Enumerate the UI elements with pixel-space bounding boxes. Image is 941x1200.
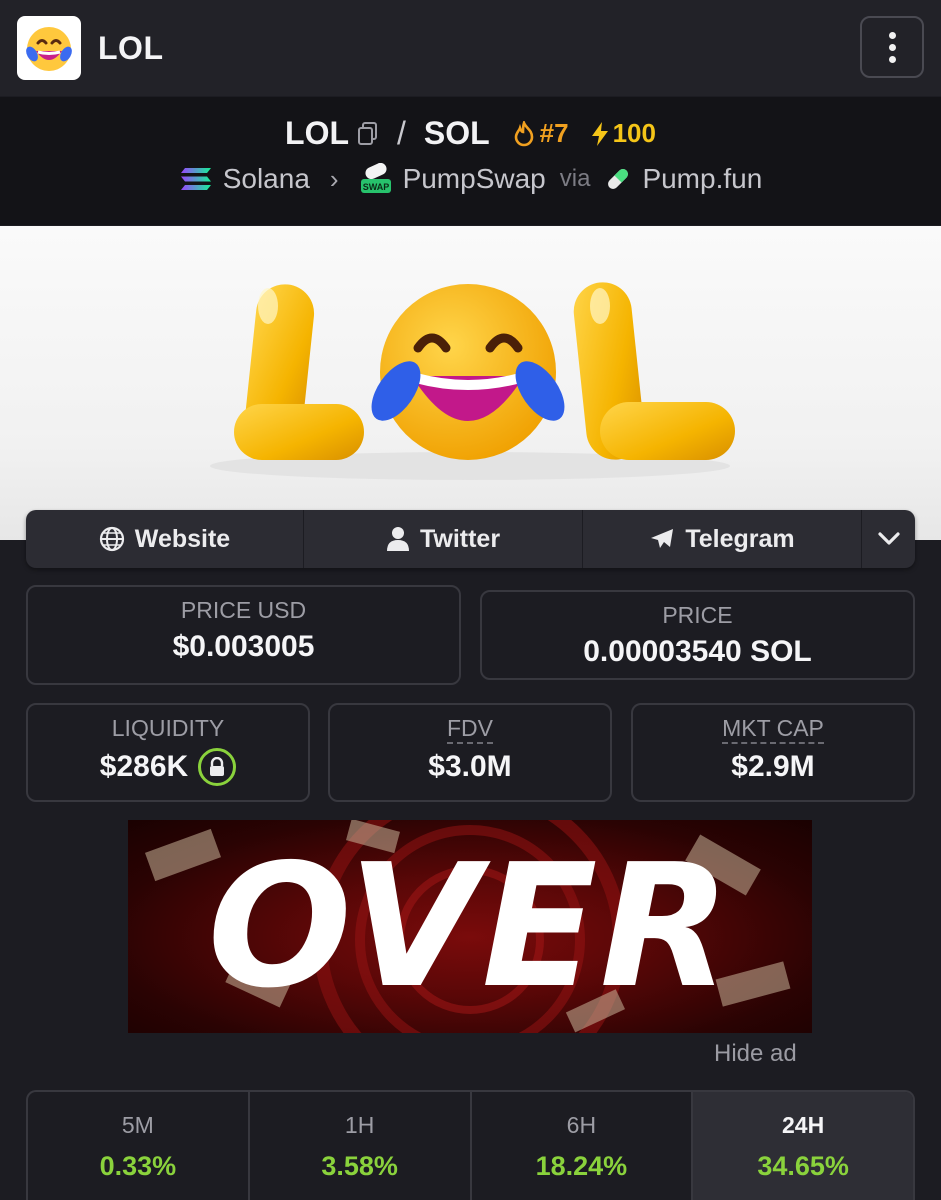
pumpswap-logo-icon: SWAP	[360, 163, 391, 193]
advertisement-banner[interactable]: OVER	[128, 820, 812, 1033]
period-label: 24H	[782, 1112, 825, 1138]
fdv-value: $3.0M	[428, 750, 512, 783]
price-native-card: PRICE 0.00003540 SOL	[480, 590, 915, 680]
ad-headline: OVER	[207, 827, 733, 1026]
tab-5m[interactable]: 5M 0.33%	[28, 1092, 250, 1200]
liquidity-row: $286K	[28, 748, 308, 786]
via-label: via	[559, 165, 591, 192]
market-cap-label[interactable]: MKT CAP	[722, 715, 824, 744]
token-banner-image	[0, 226, 941, 540]
twitter-link-button[interactable]: Twitter	[304, 510, 583, 568]
fdv-card: FDV $3.0M	[328, 703, 612, 802]
price-change-value: 18.24%	[535, 1151, 628, 1181]
liquidity-lock-icon[interactable]	[198, 748, 237, 786]
period-label: 6H	[566, 1112, 597, 1138]
pair-title: LOL / SOL #7 100	[0, 115, 941, 152]
copy-icon[interactable]	[357, 121, 379, 147]
tab-6h[interactable]: 6H 18.24%	[472, 1092, 694, 1200]
price-usd-label: PRICE USD	[180, 597, 307, 623]
user-icon	[386, 527, 409, 551]
chain-name[interactable]: Solana	[223, 163, 310, 195]
lightning-bolt-icon	[591, 121, 608, 146]
twitter-label: Twitter	[419, 524, 501, 553]
market-cap-card: MKT CAP $2.9M	[631, 703, 915, 802]
price-change-value: 0.33%	[99, 1151, 177, 1181]
top-bar: LOL	[0, 0, 941, 96]
price-change-tabs: 5M 0.33% 1H 3.58% 6H 18.24% 24H 34.65%	[26, 1090, 915, 1200]
pair-route: Solana › SWAP PumpSwap via Pump.fun	[0, 163, 941, 195]
more-links-toggle[interactable]	[862, 510, 915, 568]
paper-plane-icon	[651, 529, 674, 548]
price-change-value: 34.65%	[757, 1151, 849, 1181]
period-label: 5M	[121, 1112, 154, 1138]
price-usd-card: PRICE USD $0.003005	[26, 585, 461, 685]
liquidity-label: LIQUIDITY	[111, 715, 225, 741]
pill-icon	[608, 169, 629, 189]
hide-ad-link[interactable]: Hide ad	[714, 1040, 797, 1068]
laughing-face-graphic	[371, 284, 565, 460]
letter-l-right	[573, 282, 735, 460]
price-usd-value: $0.003005	[172, 630, 315, 663]
svg-text:SWAP: SWAP	[362, 182, 389, 192]
chevron-down-icon	[877, 532, 900, 545]
telegram-link-button[interactable]: Telegram	[583, 510, 862, 568]
price-native-value: 0.00003540 SOL	[583, 635, 812, 668]
pair-header: LOL / SOL #7 100 Solana › SWAP PumpSwap …	[0, 97, 941, 225]
solana-logo-icon	[180, 168, 211, 190]
app-title: LOL	[98, 30, 164, 66]
trending-rank: #7	[539, 118, 569, 148]
price-native-label: PRICE	[662, 602, 733, 628]
liquidity-card: LIQUIDITY $286K	[26, 703, 310, 802]
telegram-label: Telegram	[685, 524, 795, 553]
quote-token-symbol: SOL	[423, 115, 490, 151]
website-link-button[interactable]: Website	[26, 510, 304, 568]
trending-rank-badge[interactable]: #7	[512, 118, 569, 149]
boost-badge[interactable]: 100	[589, 118, 656, 149]
laughing-face-emoji-icon[interactable]	[17, 16, 81, 80]
period-label: 1H	[344, 1112, 375, 1138]
liquidity-value: $286K	[99, 750, 189, 783]
letter-l-left	[234, 284, 364, 460]
dex-name[interactable]: PumpSwap	[403, 163, 546, 195]
fdv-label[interactable]: FDV	[447, 715, 493, 744]
social-links-bar: Website Twitter Telegram	[26, 510, 915, 568]
website-label: Website	[134, 524, 231, 553]
launchpad-name[interactable]: Pump.fun	[642, 163, 762, 195]
tab-1h[interactable]: 1H 3.58%	[250, 1092, 472, 1200]
market-cap-value: $2.9M	[731, 750, 815, 783]
base-token-symbol: LOL	[285, 115, 349, 151]
vertical-ellipsis-icon	[888, 31, 896, 39]
tab-24h[interactable]: 24H 34.65%	[693, 1092, 913, 1200]
flame-icon	[514, 120, 533, 146]
price-change-value: 3.58%	[321, 1151, 398, 1181]
more-menu-button[interactable]	[860, 16, 924, 78]
globe-icon	[99, 526, 124, 552]
pair-separator: /	[397, 115, 406, 151]
boost-count: 100	[612, 118, 656, 148]
chevron-right-icon: ›	[329, 163, 339, 194]
